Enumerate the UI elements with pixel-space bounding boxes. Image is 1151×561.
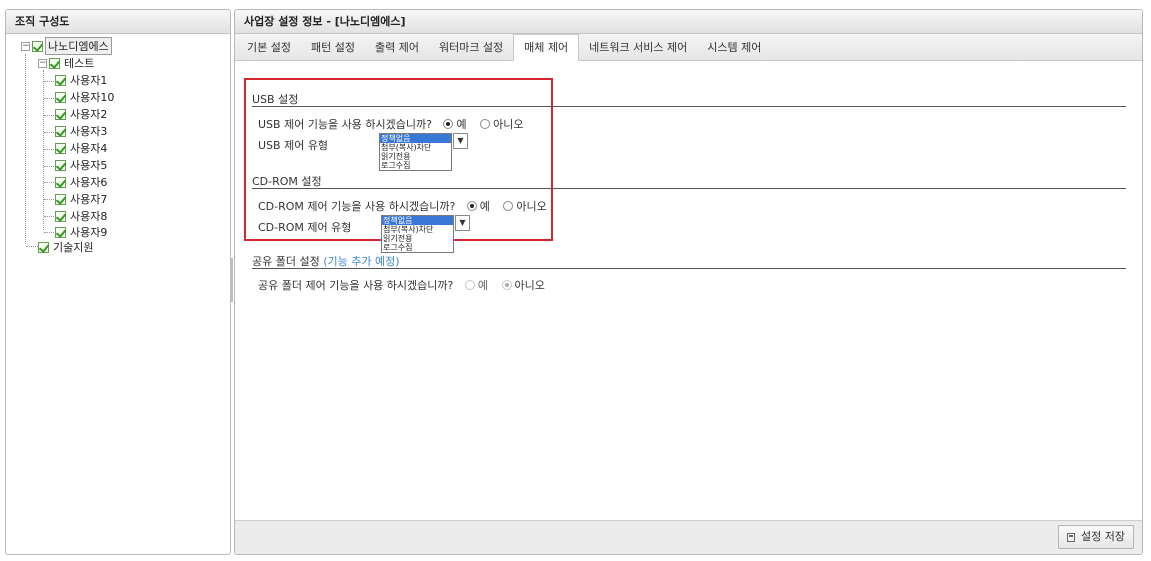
usb-type-list[interactable]: 정책없음 첨부(복사)차단 읽기전용 로그수집	[379, 133, 452, 171]
usb-divider	[252, 106, 1126, 107]
checkbox-checked-icon[interactable]	[55, 226, 66, 238]
checkbox-checked-icon[interactable]	[49, 57, 60, 69]
tree-node-user[interactable]: 사용자1	[55, 72, 109, 88]
save-settings-label: 설정 저장	[1081, 530, 1125, 543]
shared-folder-divider	[252, 268, 1126, 269]
usb-control-row: USB 제어 기능을 사용 하시겠습니까? 예 아니오	[258, 116, 533, 132]
media-control-content: USB 설정 USB 제어 기능을 사용 하시겠습니까? 예 아니오 USB 제…	[235, 61, 1142, 525]
cdrom-option[interactable]: 로그수집	[382, 243, 453, 252]
shared-folder-no-radio[interactable]	[501, 280, 512, 290]
org-tree-panel: 조직 구성도 − 나노디엠에스 − 테스트 사용자1 사용자10 사용자2 사용…	[5, 9, 231, 555]
cdrom-option[interactable]: 정책없음	[382, 216, 453, 225]
cdrom-yes-radio[interactable]	[466, 201, 477, 211]
tree-node-label[interactable]: 사용자8	[68, 208, 109, 224]
tab-system-control[interactable]: 시스템 제어	[697, 35, 771, 60]
cdrom-dropdown-arrow-icon[interactable]: ▼	[455, 215, 470, 231]
tree-node-label[interactable]: 사용자2	[68, 106, 109, 122]
cdrom-yes-label: 예	[479, 200, 490, 213]
checkbox-checked-icon[interactable]	[55, 193, 66, 205]
tree-node-user[interactable]: 사용자5	[55, 157, 109, 173]
cdrom-option[interactable]: 첨부(복사)차단	[382, 225, 453, 234]
tree-node-user[interactable]: 사용자10	[55, 89, 116, 105]
footer-bar: 설정 저장	[235, 520, 1142, 554]
tab-watermark-settings[interactable]: 워터마크 설정	[429, 35, 513, 60]
checkbox-checked-icon[interactable]	[55, 142, 66, 154]
checkbox-checked-icon[interactable]	[38, 241, 49, 253]
tree-node-label[interactable]: 테스트	[62, 55, 96, 71]
cdrom-divider	[252, 188, 1126, 189]
tab-basic-settings[interactable]: 기본 설정	[237, 35, 301, 60]
usb-no-radio[interactable]	[480, 119, 491, 129]
tab-pattern-settings[interactable]: 패턴 설정	[301, 35, 365, 60]
tree-node-label[interactable]: 사용자7	[68, 191, 109, 207]
tree-node-tech-support[interactable]: 기술지원	[38, 239, 95, 255]
tree-node-label[interactable]: 사용자9	[68, 224, 109, 240]
org-tree-title: 조직 구성도	[6, 10, 230, 34]
save-settings-button[interactable]: 설정 저장	[1058, 525, 1134, 549]
usb-question: USB 제어 기능을 사용 하시겠습니까?	[258, 118, 432, 131]
tree-node-user[interactable]: 사용자9	[55, 224, 109, 240]
tree-node-user[interactable]: 사용자7	[55, 191, 109, 207]
tab-media-control[interactable]: 매체 제어	[513, 34, 580, 61]
checkbox-checked-icon[interactable]	[55, 125, 66, 137]
cdrom-no-radio[interactable]	[503, 201, 514, 211]
tree-node-label[interactable]: 나노디엠에스	[45, 37, 112, 55]
shared-folder-yes-label: 예	[477, 279, 488, 292]
shared-folder-title-text: 공유 폴더 설정	[252, 255, 320, 268]
shared-folder-yes-radio[interactable]	[464, 280, 475, 290]
checkbox-checked-icon[interactable]	[55, 108, 66, 120]
cdrom-question: CD-ROM 제어 기능을 사용 하시겠습니까?	[258, 200, 456, 213]
cdrom-section-title: CD-ROM 설정	[252, 175, 322, 188]
cdrom-type-label: CD-ROM 제어 유형	[258, 221, 352, 234]
checkbox-checked-icon[interactable]	[32, 40, 43, 52]
tree-node-user[interactable]: 사용자8	[55, 208, 109, 224]
cdrom-control-row: CD-ROM 제어 기능을 사용 하시겠습니까? 예 아니오	[258, 198, 557, 214]
tree-node-user[interactable]: 사용자2	[55, 106, 109, 122]
tree-node-label[interactable]: 사용자3	[68, 123, 109, 139]
tree-node-root[interactable]: − 나노디엠에스	[21, 37, 112, 55]
shared-folder-question: 공유 폴더 제어 기능을 사용 하시겠습니까?	[258, 279, 454, 292]
usb-yes-label: 예	[456, 118, 467, 131]
tab-print-control[interactable]: 출력 제어	[365, 35, 429, 60]
checkbox-checked-icon[interactable]	[55, 159, 66, 171]
usb-dropdown-arrow-icon[interactable]: ▼	[453, 133, 468, 149]
shared-folder-section-title: 공유 폴더 설정 (기능 추가 예정)	[252, 253, 400, 269]
shared-folder-no-label: 아니오	[514, 279, 545, 292]
usb-option[interactable]: 로그수집	[380, 161, 451, 170]
tree-node-label[interactable]: 사용자5	[68, 157, 109, 173]
tab-network-service-control[interactable]: 네트워크 서비스 제어	[579, 35, 697, 60]
usb-option[interactable]: 읽기전용	[380, 152, 451, 161]
panel-splitter[interactable]	[230, 258, 233, 302]
cdrom-type-list[interactable]: 정책없음 첨부(복사)차단 읽기전용 로그수집	[381, 215, 454, 253]
tree-node-label[interactable]: 사용자4	[68, 140, 109, 156]
usb-option[interactable]: 정책없음	[380, 134, 451, 143]
tree-node-group[interactable]: − 테스트	[38, 55, 96, 71]
usb-section-title: USB 설정	[252, 93, 299, 106]
tree-node-user[interactable]: 사용자6	[55, 174, 109, 190]
checkbox-checked-icon[interactable]	[55, 210, 66, 222]
save-icon	[1067, 532, 1076, 542]
collapse-icon[interactable]: −	[21, 41, 30, 51]
collapse-icon[interactable]: −	[38, 58, 47, 68]
shared-folder-control-row: 공유 폴더 제어 기능을 사용 하시겠습니까? 예 아니오	[258, 277, 555, 293]
tree-node-label[interactable]: 사용자1	[68, 72, 109, 88]
settings-title: 사업장 설정 정보 - [나노디엠에스]	[235, 10, 1142, 34]
tree-node-user[interactable]: 사용자4	[55, 140, 109, 156]
usb-option[interactable]: 첨부(복사)차단	[380, 143, 451, 152]
settings-panel: 사업장 설정 정보 - [나노디엠에스] 기본 설정 패턴 설정 출력 제어 워…	[234, 9, 1143, 555]
shared-folder-note: (기능 추가 예정)	[323, 255, 400, 268]
cdrom-no-label: 아니오	[516, 200, 547, 213]
cdrom-option[interactable]: 읽기전용	[382, 234, 453, 243]
tree-node-user[interactable]: 사용자3	[55, 123, 109, 139]
checkbox-checked-icon[interactable]	[55, 74, 66, 86]
usb-yes-radio[interactable]	[443, 119, 454, 129]
tab-bar: 기본 설정 패턴 설정 출력 제어 워터마크 설정 매체 제어 네트워크 서비스…	[235, 34, 1142, 61]
tree-node-label[interactable]: 사용자6	[68, 174, 109, 190]
checkbox-checked-icon[interactable]	[55, 176, 66, 188]
usb-type-label: USB 제어 유형	[258, 139, 329, 152]
tree-node-label[interactable]: 사용자10	[68, 89, 116, 105]
tree-node-label[interactable]: 기술지원	[51, 239, 95, 255]
usb-no-label: 아니오	[493, 118, 524, 131]
checkbox-checked-icon[interactable]	[55, 91, 66, 103]
